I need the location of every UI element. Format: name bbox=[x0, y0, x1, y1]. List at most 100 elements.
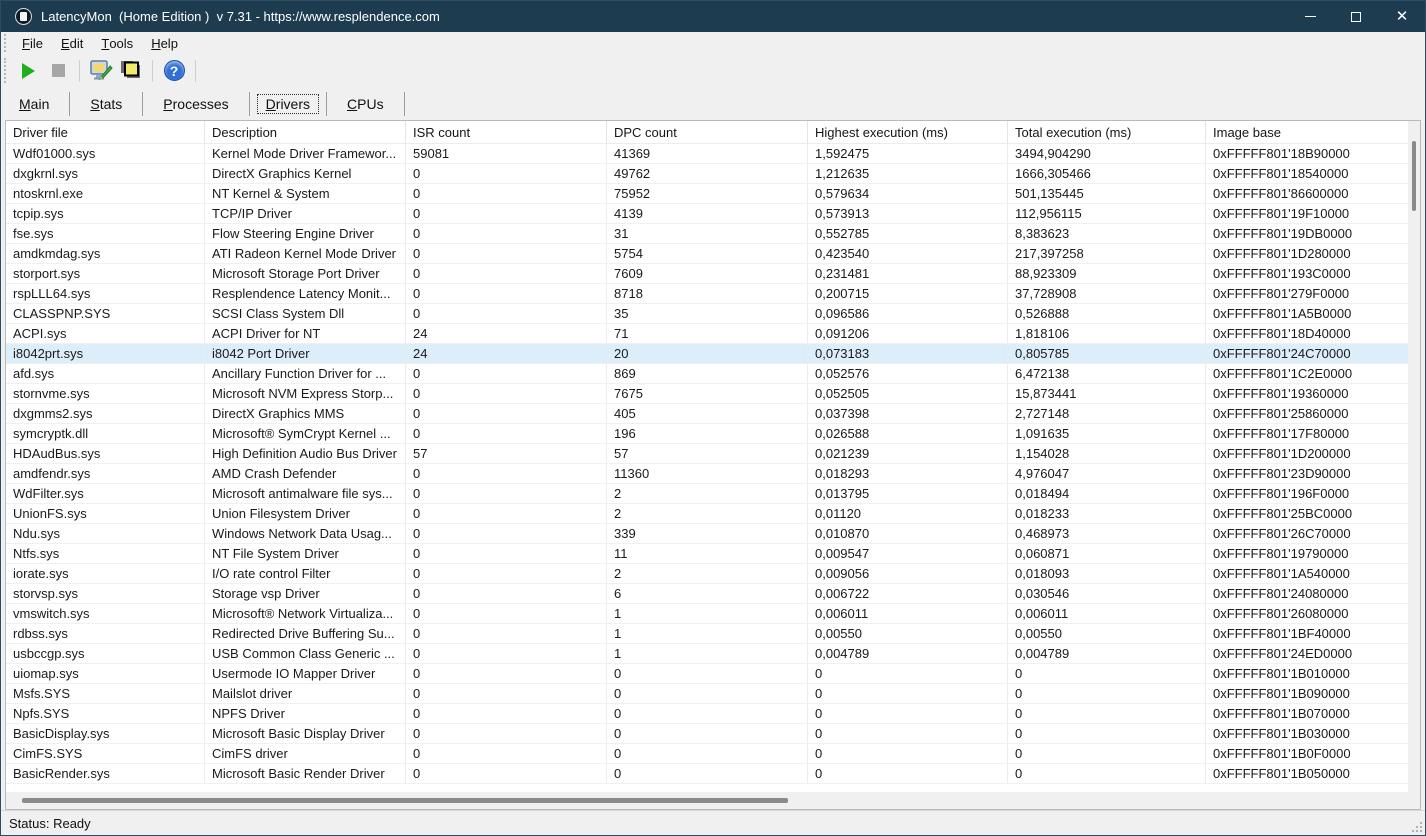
menu-item-file[interactable]: File bbox=[13, 32, 52, 54]
drivers-table: Driver file Description ISR count DPC count… bbox=[5, 120, 1421, 810]
table-cell: Redirected Drive Buffering Su... bbox=[205, 624, 406, 644]
horizontal-scrollbar[interactable] bbox=[6, 792, 1420, 809]
table-row-rdbss.sys[interactable]: rdbss.sys Redirected Drive Buffering Su..… bbox=[6, 624, 1420, 644]
table-cell: storvsp.sys bbox=[6, 584, 205, 604]
table-row-HDAudBus.sys[interactable]: HDAudBus.sys High Definition Audio Bus Dr… bbox=[6, 444, 1420, 464]
table-row-uiomap.sys[interactable]: uiomap.sys Usermode IO Mapper Driver 0 0 0 0 0… bbox=[6, 664, 1420, 684]
table-row-UnionFS.sys[interactable]: UnionFS.sys Union Filesystem Driver 0 2 0,01… bbox=[6, 504, 1420, 524]
column-header-dpc-count[interactable]: DPC count bbox=[607, 121, 808, 144]
maximize-button[interactable] bbox=[1333, 1, 1379, 32]
table-cell: i8042prt.sys bbox=[6, 344, 205, 364]
table-cell: 217,397258 bbox=[1008, 244, 1206, 264]
table-row-stornvme.sys[interactable]: stornvme.sys Microsoft NVM Express Storp.… bbox=[6, 384, 1420, 404]
table-row-dxgkrnl.sys[interactable]: dxgkrnl.sys DirectX Graphics Kernel 0 49762… bbox=[6, 164, 1420, 184]
vertical-scrollbar[interactable] bbox=[1408, 121, 1420, 792]
column-header-isr-count[interactable]: ISR count bbox=[406, 121, 607, 144]
table-row-Npfs.SYS[interactable]: Npfs.SYS NPFS Driver 0 0 0 0 0xFFFFF801'1B0700… bbox=[6, 704, 1420, 724]
table-cell: 0 bbox=[406, 184, 607, 204]
start-monitor-button[interactable] bbox=[13, 57, 43, 85]
table-cell: 0 bbox=[406, 544, 607, 564]
options-button[interactable] bbox=[86, 57, 116, 85]
table-row-dxgmms2.sys[interactable]: dxgmms2.sys DirectX Graphics MMS 0 405 0,037… bbox=[6, 404, 1420, 424]
table-row-afd.sys[interactable]: afd.sys Ancillary Function Driver for ...… bbox=[6, 364, 1420, 384]
table-cell: NT File System Driver bbox=[205, 544, 406, 564]
table-cell: NT Kernel & System bbox=[205, 184, 406, 204]
table-cell: 0 bbox=[406, 744, 607, 764]
table-row-rspLLL64.sys[interactable]: rspLLL64.sys Resplendence Latency Monit..… bbox=[6, 284, 1420, 304]
table-cell: 0xFFFFF801'1B070000 bbox=[1206, 704, 1420, 724]
table-cell: Microsoft NVM Express Storp... bbox=[205, 384, 406, 404]
tab-cpus[interactable]: CPUs bbox=[331, 91, 400, 117]
minimize-button[interactable] bbox=[1287, 1, 1333, 32]
table-row-iorate.sys[interactable]: iorate.sys I/O rate control Filter 0 2 0,009… bbox=[6, 564, 1420, 584]
table-cell: i8042 Port Driver bbox=[205, 344, 406, 364]
tab-processes[interactable]: Processes bbox=[147, 91, 244, 117]
help-button[interactable]: ? bbox=[159, 57, 189, 85]
table-cell: 6 bbox=[607, 584, 808, 604]
table-cell: storport.sys bbox=[6, 264, 205, 284]
table-cell: 0 bbox=[607, 724, 808, 744]
table-cell: 0 bbox=[406, 564, 607, 584]
tab-drivers[interactable]: Drivers bbox=[254, 91, 322, 117]
toolbar-gripper[interactable] bbox=[4, 57, 9, 84]
menu-item-tools[interactable]: Tools bbox=[92, 32, 142, 54]
table-cell: tcpip.sys bbox=[6, 204, 205, 224]
table-cell: 0xFFFFF801'24C70000 bbox=[1206, 344, 1420, 364]
column-header-highest-execution-ms-[interactable]: Highest execution (ms) bbox=[808, 121, 1008, 144]
menu-item-help[interactable]: Help bbox=[142, 32, 187, 54]
column-header-total-execution-ms-[interactable]: Total execution (ms) bbox=[1008, 121, 1206, 144]
table-row-storport.sys[interactable]: storport.sys Microsoft Storage Port Drive… bbox=[6, 264, 1420, 284]
tab-main[interactable]: Main bbox=[3, 91, 65, 117]
table-cell: 0 bbox=[406, 304, 607, 324]
column-header-driver-file[interactable]: Driver file bbox=[6, 121, 205, 144]
table-cell: 0xFFFFF801'196F0000 bbox=[1206, 484, 1420, 504]
table-row-i8042prt.sys[interactable]: i8042prt.sys i8042 Port Driver 24 20 0,07318… bbox=[6, 344, 1420, 364]
table-row-ACPI.sys[interactable]: ACPI.sys ACPI Driver for NT 24 71 0,091206 1,… bbox=[6, 324, 1420, 344]
menu-item-edit[interactable]: Edit bbox=[52, 32, 92, 54]
table-row-Ndu.sys[interactable]: Ndu.sys Windows Network Data Usag... 0 339 0… bbox=[6, 524, 1420, 544]
tab-stats[interactable]: Stats bbox=[74, 91, 138, 117]
stop-monitor-button[interactable] bbox=[43, 57, 73, 85]
table-cell: 0 bbox=[406, 664, 607, 684]
table-row-BasicDisplay.sys[interactable]: BasicDisplay.sys Microsoft Basic Display … bbox=[6, 724, 1420, 744]
table-cell: DirectX Graphics Kernel bbox=[205, 164, 406, 184]
tab-label: Drivers bbox=[256, 93, 320, 114]
table-row-tcpip.sys[interactable]: tcpip.sys TCP/IP Driver 0 4139 0,573913 112,9… bbox=[6, 204, 1420, 224]
table-cell: Wdf01000.sys bbox=[6, 144, 205, 164]
title-bar: LatencyMon (Home Edition ) v 7.31 - http… bbox=[1, 1, 1425, 32]
report-button[interactable] bbox=[116, 57, 146, 85]
table-cell: 0xFFFFF801'19DB0000 bbox=[1206, 224, 1420, 244]
table-cell: usbccgp.sys bbox=[6, 644, 205, 664]
table-row-CLASSPNP.SYS[interactable]: CLASSPNP.SYS SCSI Class System Dll 0 35 0,09… bbox=[6, 304, 1420, 324]
vertical-scrollbar-thumb[interactable] bbox=[1412, 141, 1416, 211]
table-row-Ntfs.sys[interactable]: Ntfs.sys NT File System Driver 0 11 0,009547… bbox=[6, 544, 1420, 564]
table-cell: 0 bbox=[406, 704, 607, 724]
table-cell: 0 bbox=[607, 684, 808, 704]
table-cell: 0 bbox=[607, 664, 808, 684]
table-cell: 0,091206 bbox=[808, 324, 1008, 344]
table-row-amdkmdag.sys[interactable]: amdkmdag.sys ATI Radeon Kernel Mode Drive… bbox=[6, 244, 1420, 264]
table-cell: 0 bbox=[406, 424, 607, 444]
table-row-symcryptk.dll[interactable]: symcryptk.dll Microsoft® SymCrypt Kernel … bbox=[6, 424, 1420, 444]
table-row-fse.sys[interactable]: fse.sys Flow Steering Engine Driver 0 31 0,5… bbox=[6, 224, 1420, 244]
table-row-usbccgp.sys[interactable]: usbccgp.sys USB Common Class Generic ... 0… bbox=[6, 644, 1420, 664]
table-row-Msfs.SYS[interactable]: Msfs.SYS Mailslot driver 0 0 0 0 0xFFFFF801'1B… bbox=[6, 684, 1420, 704]
table-row-BasicRender.sys[interactable]: BasicRender.sys Microsoft Basic Render Dr… bbox=[6, 764, 1420, 784]
table-row-Wdf01000.sys[interactable]: Wdf01000.sys Kernel Mode Driver Framewor.… bbox=[6, 144, 1420, 164]
close-button[interactable]: ✕ bbox=[1379, 1, 1425, 32]
table-cell: 0 bbox=[406, 504, 607, 524]
table-row-CimFS.SYS[interactable]: CimFS.SYS CimFS driver 0 0 0 0 0xFFFFF801'1B0F… bbox=[6, 744, 1420, 764]
table-row-amdfendr.sys[interactable]: amdfendr.sys AMD Crash Defender 0 11360 0,01… bbox=[6, 464, 1420, 484]
table-row-storvsp.sys[interactable]: storvsp.sys Storage vsp Driver 0 6 0,006722 0… bbox=[6, 584, 1420, 604]
resize-grip-icon[interactable] bbox=[1412, 822, 1422, 832]
menubar-gripper[interactable] bbox=[4, 34, 9, 52]
column-header-image-base[interactable]: Image base bbox=[1206, 121, 1420, 144]
horizontal-scrollbar-thumb[interactable] bbox=[22, 798, 788, 803]
table-row-vmswitch.sys[interactable]: vmswitch.sys Microsoft® Network Virtualiz… bbox=[6, 604, 1420, 624]
column-header-description[interactable]: Description bbox=[205, 121, 406, 144]
table-cell: AMD Crash Defender bbox=[205, 464, 406, 484]
table-row-ntoskrnl.exe[interactable]: ntoskrnl.exe NT Kernel & System 0 75952 0,57… bbox=[6, 184, 1420, 204]
table-cell: 24 bbox=[406, 344, 607, 364]
table-cell: 0 bbox=[406, 164, 607, 184]
table-row-WdFilter.sys[interactable]: WdFilter.sys Microsoft antimalware file s… bbox=[6, 484, 1420, 504]
